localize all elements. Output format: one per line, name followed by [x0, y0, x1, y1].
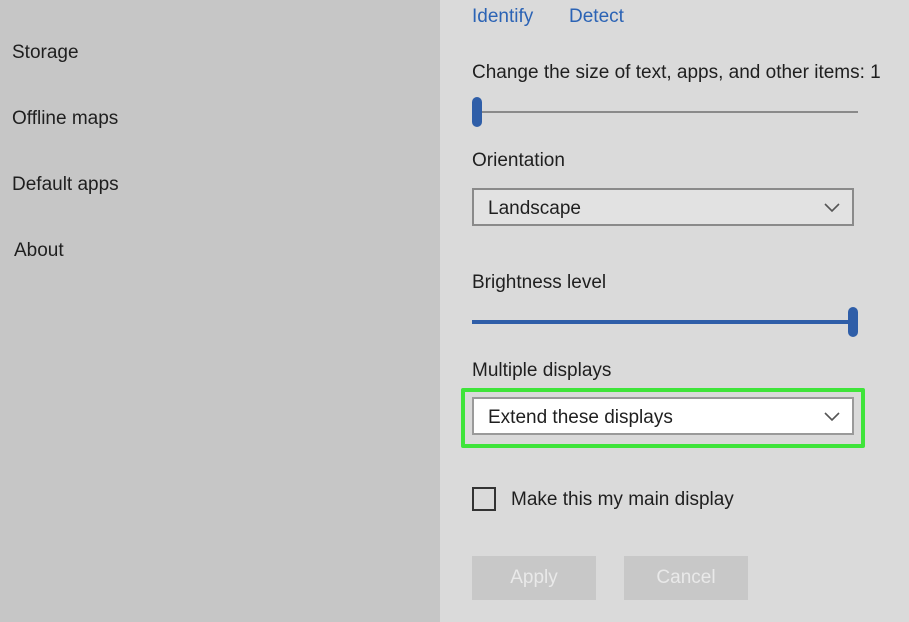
display-settings-panel: Identify Detect Change the size of text,… — [440, 0, 909, 622]
sidebar-item-default-apps[interactable]: Default apps — [12, 174, 119, 196]
chevron-down-icon — [824, 412, 840, 422]
cancel-button[interactable]: Cancel — [624, 556, 748, 600]
main-display-checkbox[interactable] — [472, 487, 496, 511]
chevron-down-icon — [824, 203, 840, 213]
scale-slider-thumb[interactable] — [472, 97, 482, 127]
detect-link[interactable]: Detect — [569, 6, 624, 28]
sidebar-item-offline-maps[interactable]: Offline maps — [12, 108, 118, 130]
apply-button[interactable]: Apply — [472, 556, 596, 600]
brightness-slider-fill — [472, 320, 853, 324]
settings-window: Storage Offline maps Default apps About … — [0, 0, 909, 622]
brightness-label: Brightness level — [472, 272, 607, 293]
sidebar-item-about[interactable]: About — [14, 240, 64, 262]
multiple-displays-value: Extend these displays — [488, 407, 673, 428]
orientation-dropdown[interactable]: Landscape — [472, 188, 854, 226]
scale-slider-track — [472, 111, 858, 113]
scale-slider[interactable] — [472, 97, 858, 127]
identify-link[interactable]: Identify — [472, 6, 533, 28]
orientation-value: Landscape — [488, 198, 581, 219]
brightness-slider-thumb[interactable] — [848, 307, 858, 337]
sidebar-item-storage[interactable]: Storage — [12, 42, 79, 64]
multiple-displays-dropdown[interactable]: Extend these displays — [472, 397, 854, 435]
orientation-label: Orientation — [472, 150, 565, 171]
sidebar: Storage Offline maps Default apps About — [0, 0, 440, 622]
main-display-label: Make this my main display — [511, 489, 734, 510]
scale-label: Change the size of text, apps, and other… — [472, 62, 881, 83]
brightness-slider[interactable] — [472, 307, 858, 337]
multiple-displays-label: Multiple displays — [472, 360, 612, 381]
